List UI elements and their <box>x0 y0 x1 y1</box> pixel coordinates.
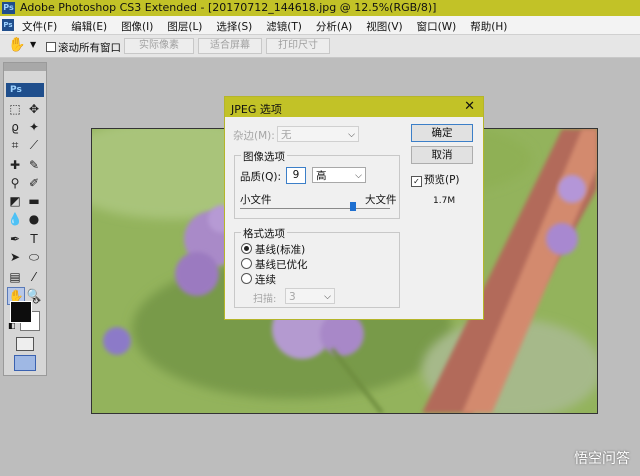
menu-edit[interactable]: 编辑(E) <box>71 19 107 34</box>
dialog-titlebar[interactable]: JPEG 选项 ✕ <box>225 97 483 117</box>
close-icon[interactable]: ✕ <box>464 99 475 114</box>
format-options-legend: 格式选项 <box>241 226 287 241</box>
toolbox: Ps ⬚ ✥ ϱ ✦ ⌗ ⟋ ✚ ✎ ⚲ ✐ ◩ ▬ 💧 ● ✒ T ➤ ⬭ ▤… <box>3 62 47 376</box>
image-options-legend: 图像选项 <box>241 149 287 164</box>
ok-button[interactable]: 确定 <box>411 124 473 142</box>
history-brush-tool-icon[interactable]: ✐ <box>26 175 42 191</box>
lasso-tool-icon[interactable]: ϱ <box>7 119 23 135</box>
print-size-button[interactable]: 打印尺寸 <box>266 38 330 54</box>
checkbox-box[interactable] <box>46 42 56 52</box>
menu-help[interactable]: 帮助(H) <box>470 19 507 34</box>
quality-input[interactable]: 9 <box>286 167 306 184</box>
hand-tool-preset-icon[interactable]: ✋ <box>8 37 25 53</box>
clone-stamp-tool-icon[interactable]: ⚲ <box>7 175 23 191</box>
scroll-all-windows-label: 滚动所有窗口 <box>58 42 121 54</box>
menu-file[interactable]: 文件(F) <box>22 19 57 34</box>
toolbox-logo: Ps <box>6 83 44 97</box>
toolbox-grip[interactable] <box>4 63 46 71</box>
preview-label: 预览(P) <box>424 174 460 186</box>
eraser-tool-icon[interactable]: ◩ <box>7 193 23 209</box>
format-label: 基线已优化 <box>255 259 308 271</box>
cancel-button[interactable]: 取消 <box>411 146 473 164</box>
photoshop-app-icon: Ps <box>2 2 15 14</box>
pen-tool-icon[interactable]: ✒ <box>7 231 23 247</box>
title-bar: Ps Adobe Photoshop CS3 Extended - [20170… <box>0 0 640 16</box>
dialog-title: JPEG 选项 <box>231 103 282 116</box>
scans-label: 扫描: <box>253 294 277 305</box>
radio-button[interactable] <box>241 273 252 284</box>
radio-button[interactable] <box>241 258 252 269</box>
swap-colors-icon[interactable]: ↻ <box>32 297 40 307</box>
healing-brush-tool-icon[interactable]: ✚ <box>7 157 23 173</box>
dodge-tool-icon[interactable]: ● <box>26 211 42 227</box>
matte-select[interactable]: 无 ⌵ <box>277 126 359 142</box>
quality-slider-track[interactable] <box>240 208 390 209</box>
shape-tool-icon[interactable]: ⬭ <box>26 249 42 265</box>
options-bar: ✋ ▼ 滚动所有窗口 实际像素 适合屏幕 打印尺寸 <box>0 35 640 58</box>
brush-tool-icon[interactable]: ✎ <box>26 157 42 173</box>
actual-pixels-button[interactable]: 实际像素 <box>124 38 194 54</box>
file-size: 1.7M <box>433 196 456 206</box>
chevron-down-icon[interactable]: ▼ <box>30 40 36 49</box>
image-options-group: 图像选项 品质(Q): 9 高 ⌵ 小文件 大文件 <box>234 149 400 219</box>
scroll-all-windows-checkbox[interactable]: 滚动所有窗口 <box>46 40 121 55</box>
check-icon[interactable]: ✓ <box>411 176 422 187</box>
matte-label: 杂边(M): <box>233 130 275 142</box>
chevron-down-icon: ⌵ <box>355 171 362 181</box>
type-tool-icon[interactable]: T <box>26 231 42 247</box>
foreground-color-front[interactable] <box>10 301 32 323</box>
menu-filter[interactable]: 滤镜(T) <box>266 19 302 34</box>
quick-mask-icon[interactable] <box>16 337 34 351</box>
notes-tool-icon[interactable]: ▤ <box>7 269 23 285</box>
scans-select[interactable]: 3 ⌵ <box>285 288 335 304</box>
jpeg-options-dialog: JPEG 选项 ✕ 杂边(M): 无 ⌵ 确定 取消 ✓ 预览(P) 1.7M 图… <box>224 96 484 320</box>
format-label: 基线(标准) <box>255 244 306 256</box>
chevron-down-icon: ⌵ <box>324 292 331 302</box>
format-options-group: 格式选项 基线(标准) 基线已优化 连续 扫描: 3 ⌵ <box>234 226 400 308</box>
quality-preset-select[interactable]: 高 ⌵ <box>312 167 366 183</box>
window-title: Adobe Photoshop CS3 Extended - [20170712… <box>20 1 437 14</box>
crop-tool-icon[interactable]: ⌗ <box>7 137 23 153</box>
menu-view[interactable]: 视图(V) <box>366 19 402 34</box>
menu-window[interactable]: 窗口(W) <box>417 19 457 34</box>
format-baseline-standard[interactable]: 基线(标准) <box>241 242 305 257</box>
small-file-label: 小文件 <box>240 194 272 206</box>
matte-value: 无 <box>281 129 292 141</box>
watermark: 悟空问答 <box>574 451 630 467</box>
quality-slider-thumb[interactable] <box>349 202 356 211</box>
blur-tool-icon[interactable]: 💧 <box>7 211 23 227</box>
menu-analysis[interactable]: 分析(A) <box>316 19 352 34</box>
magic-wand-tool-icon[interactable]: ✦ <box>26 119 42 135</box>
screen-mode-icon[interactable] <box>14 355 36 371</box>
radio-button[interactable] <box>241 243 252 254</box>
format-baseline-optimized[interactable]: 基线已优化 <box>241 257 308 272</box>
menu-layer[interactable]: 图层(L) <box>167 19 202 34</box>
format-label: 连续 <box>255 274 276 286</box>
slice-tool-icon[interactable]: ⟋ <box>26 137 42 153</box>
chevron-down-icon: ⌵ <box>348 130 355 140</box>
quality-label: 品质(Q): <box>240 171 281 183</box>
menu-image[interactable]: 图像(I) <box>121 19 153 34</box>
move-tool-icon[interactable]: ✥ <box>26 101 42 117</box>
path-selection-tool-icon[interactable]: ➤ <box>7 249 23 265</box>
app-menu-icon[interactable]: Ps <box>2 19 14 31</box>
menu-select[interactable]: 选择(S) <box>216 19 252 34</box>
large-file-label: 大文件 <box>365 194 397 206</box>
format-progressive[interactable]: 连续 <box>241 272 276 287</box>
menu-bar: Ps 文件(F) 编辑(E) 图像(I) 图层(L) 选择(S) 滤镜(T) 分… <box>0 16 640 35</box>
marquee-tool-icon[interactable]: ⬚ <box>7 101 23 117</box>
gradient-tool-icon[interactable]: ▬ <box>26 193 42 209</box>
scans-value: 3 <box>289 291 296 303</box>
fit-screen-button[interactable]: 适合屏幕 <box>198 38 262 54</box>
eyedropper-tool-icon[interactable]: ⁄ <box>26 269 42 285</box>
quality-preset-value: 高 <box>316 170 327 182</box>
preview-checkbox[interactable]: ✓ 预览(P) <box>411 172 460 187</box>
